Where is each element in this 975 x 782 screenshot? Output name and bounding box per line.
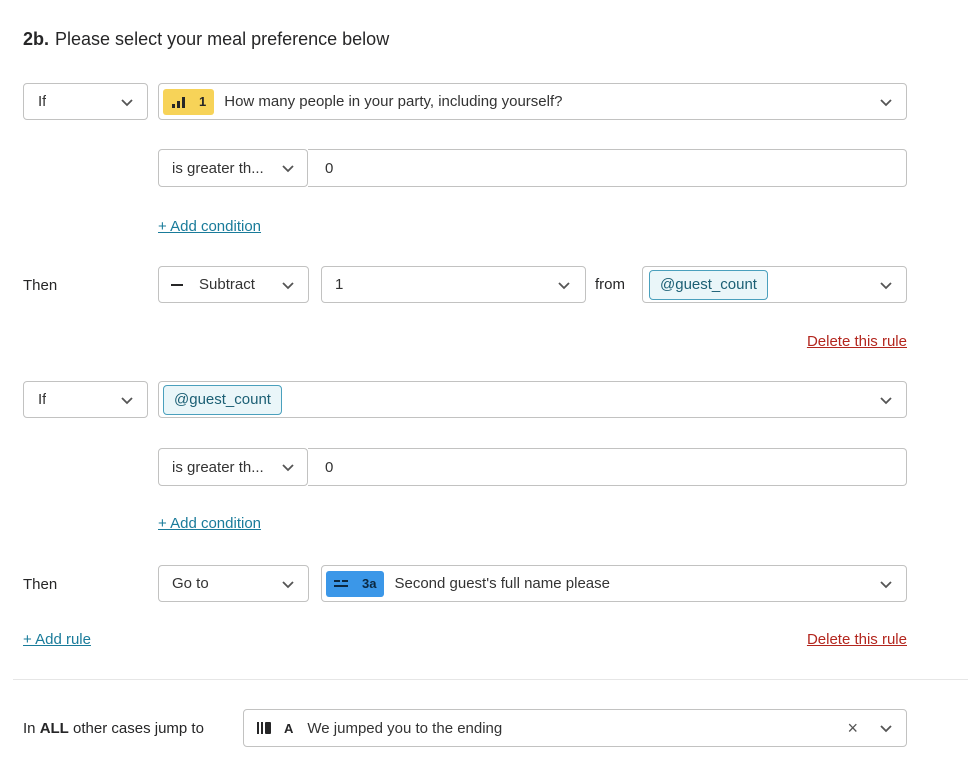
rule1-operator-select[interactable]: is greater th... [158, 149, 308, 187]
fallback-target-text: We jumped you to the ending [307, 719, 503, 737]
question-text: Please select your meal preference below [55, 29, 390, 49]
rule2-value-text: 0 [325, 458, 334, 476]
rule2-target-text: Second guest's full name please [394, 575, 610, 592]
rule2-value-input[interactable]: 0 [308, 448, 907, 486]
rule1-add-condition-link[interactable]: + Add condition [158, 218, 261, 235]
short-text-icon [334, 579, 348, 587]
minus-icon [171, 283, 183, 286]
variable-chip: @guest_count [649, 269, 768, 300]
question-badge-1: 1 [163, 88, 215, 115]
rule2-delete-link[interactable]: Delete this rule [807, 631, 907, 648]
rule1-if-label: If [38, 93, 47, 110]
fallback-label-prefix: In [23, 720, 40, 737]
rule2-then-label: Then [23, 576, 58, 593]
rule1-action-select[interactable]: Subtract [158, 266, 309, 303]
chevron-down-icon [280, 576, 296, 592]
rule1-action-text: Subtract [199, 276, 255, 293]
rule1-amount-text: 1 [335, 276, 344, 293]
rule1-subject-select[interactable]: 1 How many people in your party, includi… [158, 83, 907, 120]
rule1-if-select[interactable]: If [23, 83, 148, 120]
rule2-add-condition-link[interactable]: + Add condition [158, 515, 261, 532]
bar-chart-icon [172, 96, 185, 108]
fallback-label-suffix: other cases jump to [68, 720, 204, 737]
rule1-operator-text: is greater th... [172, 159, 264, 177]
chevron-down-icon [878, 392, 894, 408]
fallback-label: In ALL other cases jump to [23, 720, 204, 737]
question-title: 2b. Please select your meal preference be… [23, 29, 389, 50]
fallback-label-bold: ALL [39, 720, 69, 737]
rule2-operator-select[interactable]: is greater th... [158, 448, 308, 486]
question-badge-number: 1 [199, 94, 207, 109]
rule2-if-select[interactable]: If [23, 381, 148, 418]
rule1-from-label: from [595, 276, 625, 293]
chevron-down-icon [280, 277, 296, 293]
clear-icon[interactable]: × [847, 718, 858, 739]
rule2-action-text: Go to [172, 575, 209, 592]
rule2-if-label: If [38, 391, 47, 408]
rule2-target-select[interactable]: 3a Second guest's full name please [321, 565, 907, 602]
chevron-down-icon [280, 160, 296, 176]
question-badge-number: 3a [362, 576, 377, 591]
chevron-down-icon [878, 576, 894, 592]
rule2-subject-select[interactable]: @guest_count [158, 381, 907, 418]
rule1-value-text: 0 [325, 159, 334, 177]
rule1-target-variable-select[interactable]: @guest_count [642, 266, 907, 303]
ending-icon [257, 722, 271, 734]
fallback-target-select[interactable]: A We jumped you to the ending × [243, 709, 907, 747]
ending-badge-letter: A [284, 720, 294, 736]
chevron-down-icon [878, 277, 894, 293]
rule1-then-label: Then [23, 277, 58, 294]
rule1-amount-select[interactable]: 1 [321, 266, 586, 303]
ending-badge: A [252, 715, 297, 741]
variable-chip: @guest_count [163, 384, 282, 415]
add-rule-link[interactable]: + Add rule [23, 631, 91, 648]
chevron-down-icon [556, 277, 572, 293]
chevron-down-icon [280, 459, 296, 475]
chevron-down-icon [119, 94, 135, 110]
chevron-down-icon [878, 720, 894, 736]
rule1-delete-link[interactable]: Delete this rule [807, 333, 907, 350]
question-number: 2b. [23, 29, 50, 49]
chevron-down-icon [878, 94, 894, 110]
section-divider [13, 679, 968, 680]
rule1-subject-text: How many people in your party, including… [224, 93, 563, 110]
rule2-operator-text: is greater th... [172, 458, 264, 476]
chevron-down-icon [119, 392, 135, 408]
question-badge-3a: 3a [326, 570, 385, 597]
rule1-value-input[interactable]: 0 [308, 149, 907, 187]
rule2-action-select[interactable]: Go to [158, 565, 309, 602]
